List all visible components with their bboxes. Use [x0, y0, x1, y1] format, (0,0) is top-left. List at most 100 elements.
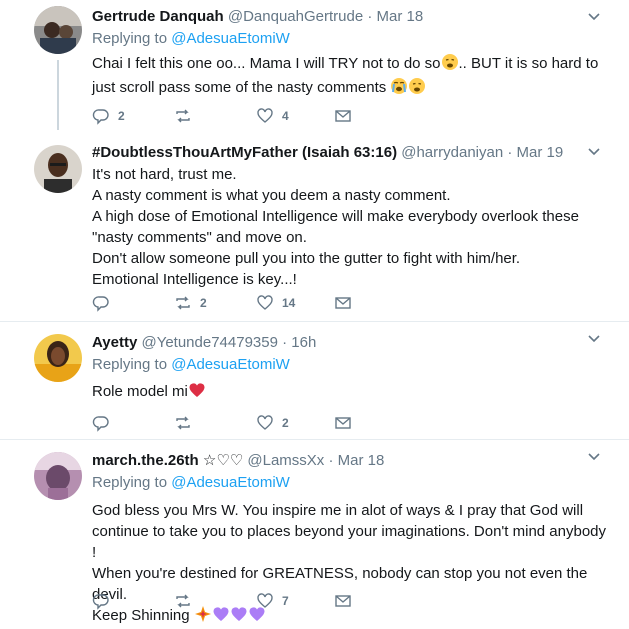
- tweet-text-line: It's not hard, trust me.: [92, 166, 237, 183]
- timestamp[interactable]: Mar 19: [517, 144, 564, 161]
- like-button[interactable]: 4: [256, 106, 289, 126]
- tweet-text-line: God bless you Mrs W. You inspire me in a…: [92, 502, 584, 519]
- display-name[interactable]: #DoubtlessThouArtMyFather (Isaiah 63:16): [92, 144, 397, 161]
- display-name[interactable]: Gertrude Danquah: [92, 8, 224, 25]
- purple-heart-emoji-icon: [212, 605, 230, 629]
- tweet[interactable]: march.the.26th ☆♡♡ @LamssXx · Mar 18 Rep…: [0, 440, 629, 624]
- reply-button[interactable]: [92, 591, 118, 611]
- reply-button[interactable]: [92, 413, 118, 433]
- reply-icon: [92, 109, 109, 125]
- tweet[interactable]: Gertrude Danquah @DanquahGertrude · Mar …: [0, 0, 629, 130]
- timestamp[interactable]: Mar 18: [338, 452, 385, 469]
- reply-icon: [92, 296, 109, 312]
- tweet-header: Gertrude Danquah @DanquahGertrude · Mar …: [92, 7, 613, 27]
- tweet-text-line: "nasty comments" and move on.: [92, 229, 307, 246]
- mention-link[interactable]: @AdesuaEtomiW: [171, 30, 290, 47]
- weary-face-emoji-icon: [408, 77, 426, 101]
- tweet[interactable]: Ayetty @Yetunde74479359 · 16h Replying t…: [0, 322, 629, 438]
- avatar[interactable]: [34, 452, 82, 500]
- direct-message-button[interactable]: [334, 591, 352, 611]
- display-name[interactable]: march.the.26th: [92, 452, 199, 469]
- tweet-text-line: Role model mi: [92, 383, 188, 400]
- replying-to: Replying to @AdesuaEtomiW: [92, 473, 613, 493]
- like-count: 7: [282, 594, 289, 608]
- envelope-icon: [335, 110, 351, 122]
- separator: ·: [328, 452, 334, 469]
- envelope-icon: [335, 595, 351, 607]
- reply-button[interactable]: [92, 293, 118, 313]
- red-heart-emoji-icon: [188, 381, 206, 405]
- tweet-text-line: .. BUT it is so hard to: [458, 55, 599, 72]
- avatar[interactable]: [34, 334, 82, 382]
- username[interactable]: @LamssXx: [247, 452, 324, 469]
- tweet-text: Role model mi: [92, 381, 613, 405]
- tweet-text-line: Chai I felt this one oo... Mama I will T…: [92, 55, 441, 72]
- like-button[interactable]: 7: [256, 591, 289, 611]
- heart-outline-icon: [257, 415, 273, 430]
- tweet-text-line: Emotional Intelligence is key...!: [92, 271, 297, 288]
- tweet-header: march.the.26th ☆♡♡ @LamssXx · Mar 18: [92, 451, 613, 471]
- direct-message-button[interactable]: [334, 106, 352, 126]
- heart-outline-icon: [257, 295, 273, 310]
- retweet-button[interactable]: [174, 413, 200, 433]
- like-count: 14: [282, 296, 296, 310]
- replying-prefix: Replying to: [92, 474, 172, 491]
- like-count: 4: [282, 109, 289, 123]
- name-symbols: ☆♡♡: [202, 452, 244, 469]
- tweet-header: #DoubtlessThouArtMyFather (Isaiah 63:16)…: [92, 143, 613, 163]
- retweet-icon: [176, 296, 190, 310]
- tweet[interactable]: #DoubtlessThouArtMyFather (Isaiah 63:16)…: [0, 135, 629, 323]
- timestamp[interactable]: Mar 18: [377, 8, 424, 25]
- reply-icon: [92, 416, 109, 432]
- tweet-text-line: A high dose of Emotional Intelligence wi…: [92, 208, 579, 225]
- avatar[interactable]: [34, 145, 82, 193]
- tweet-text-line: A nasty comment is what you deem a nasty…: [92, 187, 451, 204]
- reply-icon: [92, 594, 109, 610]
- timestamp[interactable]: 16h: [291, 334, 316, 351]
- like-count: 2: [282, 416, 289, 430]
- retweet-icon: [176, 416, 190, 430]
- mention-link[interactable]: @AdesuaEtomiW: [171, 356, 290, 373]
- retweet-icon: [176, 594, 190, 608]
- retweet-button[interactable]: [174, 591, 200, 611]
- separator: ·: [367, 8, 373, 25]
- heart-outline-icon: [257, 108, 273, 123]
- like-button[interactable]: 2: [256, 413, 289, 433]
- reply-button[interactable]: 2: [92, 106, 125, 126]
- tweet-header: Ayetty @Yetunde74479359 · 16h: [92, 333, 613, 353]
- display-name[interactable]: Ayetty: [92, 334, 137, 351]
- tweet-text-line: Don't allow someone pull you into the gu…: [92, 250, 521, 267]
- username[interactable]: @Yetunde74479359: [141, 334, 277, 351]
- direct-message-button[interactable]: [334, 293, 352, 313]
- crying-face-emoji-icon: [390, 77, 408, 101]
- mention-link[interactable]: @AdesuaEtomiW: [171, 474, 290, 491]
- tweet-text: It's not hard, trust me. A nasty comment…: [92, 164, 613, 290]
- reply-count: 2: [118, 109, 125, 123]
- like-button[interactable]: 14: [256, 293, 295, 313]
- separator: ·: [282, 334, 288, 351]
- avatar[interactable]: [34, 6, 82, 54]
- heart-outline-icon: [257, 593, 273, 608]
- direct-message-button[interactable]: [334, 413, 352, 433]
- retweet-count: 2: [200, 296, 207, 310]
- replying-prefix: Replying to: [92, 356, 172, 373]
- tweet-text: God bless you Mrs W. You inspire me in a…: [92, 500, 613, 629]
- replying-prefix: Replying to: [92, 30, 172, 47]
- tweet-text: Chai I felt this one oo... Mama I will T…: [92, 53, 613, 101]
- thread-line: [57, 60, 59, 130]
- separator: ·: [507, 144, 513, 161]
- username[interactable]: @harrydaniyan: [401, 144, 503, 161]
- replying-to: Replying to @AdesuaEtomiW: [92, 29, 613, 49]
- retweet-icon: [176, 109, 190, 123]
- replying-to: Replying to @AdesuaEtomiW: [92, 355, 613, 375]
- envelope-icon: [335, 297, 351, 309]
- retweet-button[interactable]: [174, 106, 200, 126]
- username[interactable]: @DanquahGertrude: [228, 8, 363, 25]
- tweet-text-line: continue to take you to places beyond yo…: [92, 523, 607, 561]
- envelope-icon: [335, 417, 351, 429]
- retweet-button[interactable]: 2: [174, 293, 207, 313]
- weary-face-emoji-icon: [441, 53, 459, 77]
- purple-heart-emoji-icon: [230, 605, 248, 629]
- tweet-text-line: When you're destined for GREATNESS, nobo…: [92, 565, 588, 603]
- tweet-text-line: just scroll pass some of the nasty comme…: [92, 79, 391, 96]
